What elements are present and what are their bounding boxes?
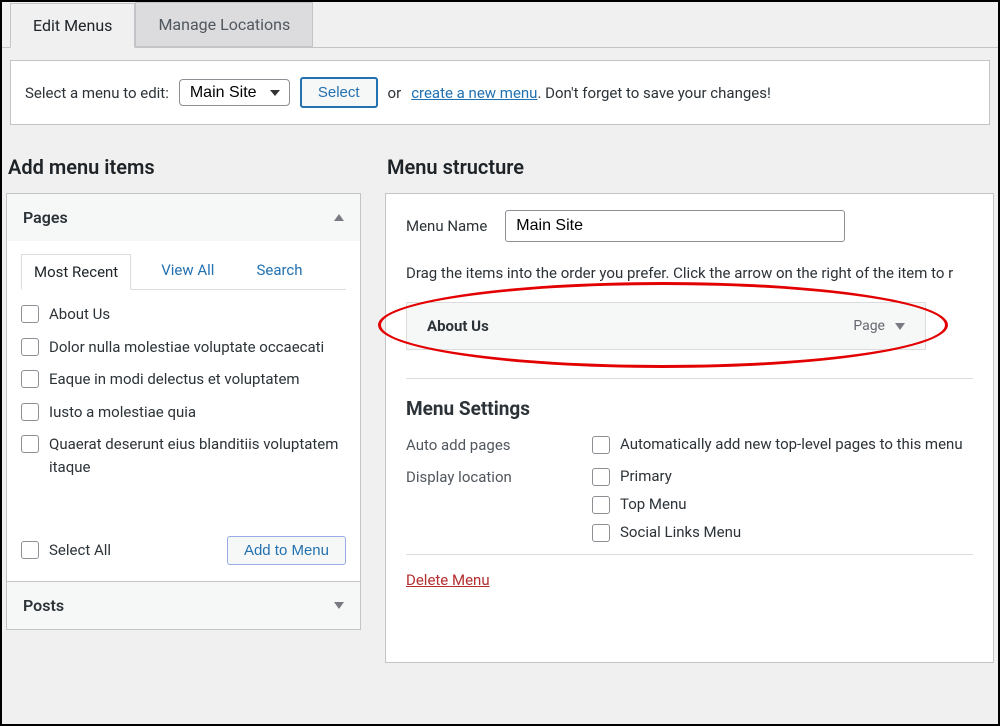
menu-name-label: Menu Name [406,217,487,235]
display-location-option[interactable]: Social Links Menu [592,522,741,542]
page-checkbox[interactable] [21,435,39,453]
page-item[interactable]: Eaque in modi delectus et voluptatem [21,363,342,396]
location-option-label: Primary [620,467,672,485]
location-checkbox[interactable] [592,524,610,542]
delete-menu-link[interactable]: Delete Menu [406,571,490,589]
tab-edit-menus[interactable]: Edit Menus [10,3,135,48]
select-all-label: Select All [49,539,111,562]
auto-add-option[interactable]: Automatically add new top-level pages to… [592,434,963,454]
menu-structure-heading: Menu structure [387,155,994,179]
auto-add-option-label: Automatically add new top-level pages to… [620,435,963,453]
page-item[interactable]: Quaerat deserunt eius blanditiis volupta… [21,428,342,483]
menu-structure-box: Menu Name Drag the items into the order … [385,193,994,663]
tabs-bar: Edit Menus Manage Locations [2,2,998,48]
accordion-posts-label: Posts [23,596,64,615]
menu-item-type-label: Page [853,318,885,334]
add-items-accordion: Pages Most Recent View All Search About … [6,193,361,630]
page-item-label: Eaque in modi delectus et voluptatem [49,368,300,391]
add-to-menu-button[interactable]: Add to Menu [227,536,346,565]
select-menu-label: Select a menu to edit: [25,84,169,102]
display-location-label: Display location [406,466,556,486]
select-all-row[interactable]: Select All [21,539,111,562]
page-item[interactable]: About Us [21,298,342,331]
pages-list[interactable]: About Us Dolor nulla molestiae voluptate… [21,298,346,516]
page-checkbox[interactable] [21,305,39,323]
auto-add-label: Auto add pages [406,434,556,454]
page-item-label: Quaerat deserunt eius blanditiis volupta… [49,433,342,478]
menu-name-input[interactable] [505,210,845,242]
display-location-option[interactable]: Top Menu [592,494,741,514]
menu-structure-item[interactable]: About Us Page [406,302,926,350]
caret-down-icon[interactable] [895,323,905,330]
page-checkbox[interactable] [21,370,39,388]
select-all-checkbox[interactable] [21,541,39,559]
location-option-label: Top Menu [620,495,687,513]
accordion-pages-label: Pages [23,208,68,227]
page-item-label: About Us [49,303,110,326]
menu-select[interactable]: Main Site [179,79,290,106]
tab-manage-locations[interactable]: Manage Locations [135,2,313,47]
menu-settings-heading: Menu Settings [406,397,973,420]
select-button[interactable]: Select [300,77,378,108]
page-checkbox[interactable] [21,403,39,421]
select-menu-bar: Select a menu to edit: Main Site Select … [10,60,990,125]
or-text: or [388,84,402,102]
location-checkbox[interactable] [592,496,610,514]
drag-hint-text: Drag the items into the order you prefer… [406,264,973,282]
create-new-menu-link[interactable]: create a new menu [411,84,537,102]
page-checkbox[interactable] [21,338,39,356]
pages-subtabs: Most Recent View All Search [21,253,346,290]
location-checkbox[interactable] [592,468,610,486]
caret-up-icon [334,214,344,221]
subtab-view-all[interactable]: View All [149,253,226,289]
page-item[interactable]: Dolor nulla molestiae voluptate occaecat… [21,331,342,364]
accordion-pages-header[interactable]: Pages [7,194,360,241]
reminder-text: . Don't forget to save your changes! [537,84,770,102]
page-item-label: Dolor nulla molestiae voluptate occaecat… [49,336,324,359]
subtab-search[interactable]: Search [244,253,314,289]
page-item[interactable]: Iusto a molestiae quia [21,396,342,429]
display-location-option[interactable]: Primary [592,466,741,486]
auto-add-checkbox[interactable] [592,436,610,454]
subtab-most-recent[interactable]: Most Recent [21,254,131,290]
location-option-label: Social Links Menu [620,523,741,541]
menu-item-title: About Us [427,317,489,335]
accordion-posts-header[interactable]: Posts [7,582,360,629]
add-menu-items-heading: Add menu items [8,155,361,179]
caret-down-icon [334,602,344,609]
page-item-label: Iusto a molestiae quia [49,401,196,424]
